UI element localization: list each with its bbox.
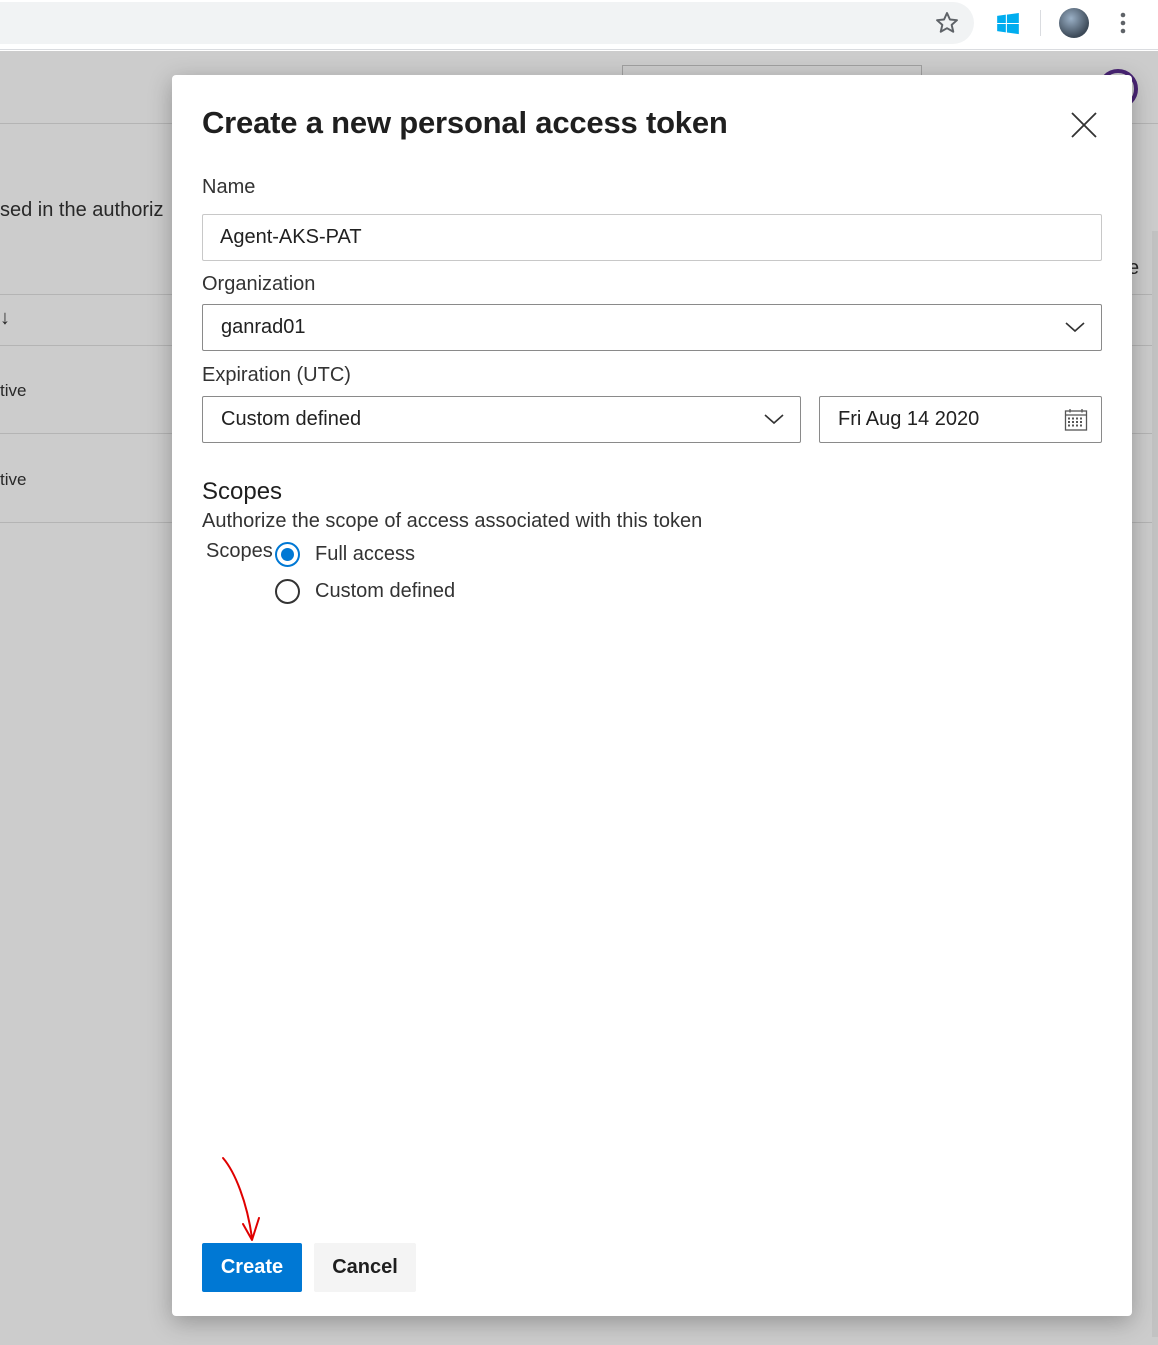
radio-custom-defined[interactable]: Custom defined [275, 579, 455, 604]
cancel-button[interactable]: Cancel [314, 1243, 416, 1292]
profile-avatar[interactable] [1059, 8, 1089, 38]
calendar-icon [1064, 409, 1088, 431]
scopes-heading: Scopes [202, 478, 283, 505]
windows-extension-icon[interactable] [995, 11, 1021, 37]
expiration-value: Custom defined [221, 408, 362, 430]
expiration-dropdown[interactable]: Custom defined [202, 396, 801, 443]
organization-value: ganrad01 [221, 316, 306, 338]
expiration-date-value: Fri Aug 14 2020 [838, 408, 980, 430]
create-button[interactable]: Create [202, 1243, 302, 1292]
organization-label: Organization [202, 273, 316, 295]
radio-button-selected[interactable] [275, 542, 300, 567]
chevron-down-icon [764, 414, 784, 425]
browser-toolbar [0, 0, 1158, 50]
radio-button[interactable] [275, 579, 300, 604]
radio-label: Full access [315, 543, 416, 565]
scopes-label: Scopes [206, 540, 273, 562]
create-token-dialog: Create a new personal access token Name … [172, 75, 1132, 1316]
name-label: Name [202, 176, 256, 198]
organization-dropdown[interactable]: ganrad01 [202, 304, 1102, 351]
expiration-date-picker[interactable]: Fri Aug 14 2020 [819, 396, 1102, 443]
radio-dot [281, 548, 294, 561]
expiration-label: Expiration (UTC) [202, 364, 351, 386]
close-icon [1071, 112, 1097, 138]
bookmark-star-icon[interactable] [934, 10, 960, 36]
dialog-title: Create a new personal access token [202, 105, 728, 140]
name-input[interactable] [202, 214, 1102, 261]
toolbar-divider [1040, 10, 1041, 36]
radio-full-access[interactable]: Full access [275, 542, 415, 567]
scopes-description: Authorize the scope of access associated… [202, 510, 703, 532]
close-button[interactable] [1062, 105, 1106, 145]
more-options-icon[interactable] [1112, 10, 1134, 36]
chevron-down-icon [1065, 322, 1085, 333]
radio-label: Custom defined [315, 580, 456, 602]
address-bar[interactable] [0, 2, 974, 44]
